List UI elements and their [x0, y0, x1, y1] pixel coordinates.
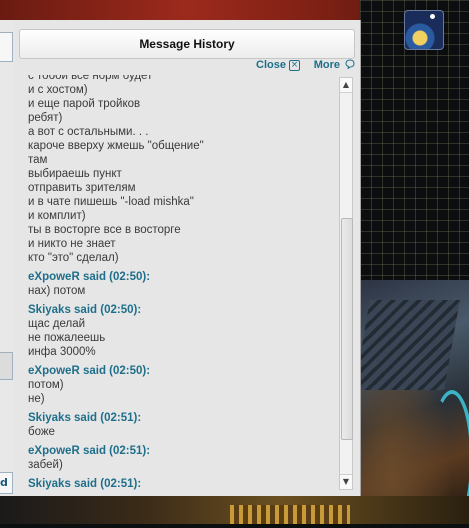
close-box-icon[interactable]: × [289, 60, 300, 71]
message-line: и еще парой тройков [28, 98, 141, 110]
message-line: щас делай [28, 318, 86, 330]
message-line: ты в восторге все в восторге [28, 224, 181, 236]
desktop-app-icon[interactable] [404, 10, 444, 50]
message-line: и с хостом) [28, 84, 88, 96]
message-list[interactable]: с тобой все норм будет и с хостом) и еще п… [19, 75, 339, 490]
message-sender: eXpoweR said (02:50): [28, 365, 151, 377]
message-line: инфа 3000% [28, 346, 96, 358]
arrow-up-icon[interactable]: ▲ [340, 78, 352, 93]
window-title: Message History [19, 29, 355, 59]
message-group: Skiyaks said (02:51): [28, 477, 338, 490]
desktop-icon-highlight [430, 14, 435, 19]
message-history-window: Message History Close × More с тобой все… [14, 20, 361, 496]
left-window-button[interactable]: d [0, 472, 13, 494]
more-link[interactable]: More [314, 59, 340, 71]
arrow-down-icon[interactable]: ▼ [340, 474, 352, 489]
message-sender: Skiyaks said (02:50): [28, 304, 142, 316]
message-line: потом) [28, 379, 64, 391]
left-partial-window: d [0, 20, 15, 496]
game-roof [354, 300, 460, 390]
message-sender: eXpoweR said (02:50): [28, 271, 151, 283]
message-sender: Skiyaks said (02:51): [28, 412, 142, 424]
message-line: забей) [28, 459, 63, 471]
message-line: боже [28, 426, 55, 438]
message-line: кто "это" сделал) [28, 252, 119, 264]
left-window-field-grey[interactable] [0, 352, 13, 380]
message-group: eXpoweR said (02:51): забей) [28, 444, 338, 472]
message-group: Skiyaks said (02:51): боже [28, 411, 338, 439]
message-group: eXpoweR said (02:50): нах) потом [28, 270, 338, 298]
close-link[interactable]: Close [256, 59, 286, 71]
left-window-field[interactable] [0, 32, 13, 62]
message-line: и никто не знает [28, 238, 116, 250]
message-scrollbar[interactable]: ▲ ▼ [339, 77, 353, 490]
window-toolbar: Close × More [14, 57, 360, 75]
message-line: не) [28, 393, 45, 405]
scrollbar-thumb[interactable] [341, 218, 353, 440]
message-line: и в чате пишешь "-load mishka" [28, 196, 194, 208]
message-group: с тобой все норм будет и с хостом) и еще п… [28, 75, 338, 265]
message-line: там [28, 154, 48, 166]
message-sender: eXpoweR said (02:51): [28, 445, 151, 457]
message-group: eXpoweR said (02:50): потом) не) [28, 364, 338, 406]
game-gold-frame [230, 505, 350, 524]
message-line: не пожалеешь [28, 332, 106, 344]
message-group: Skiyaks said (02:50): щас делай не пожалее… [28, 303, 338, 359]
message-sender: Skiyaks said (02:51): [28, 478, 142, 490]
message-line: ребят) [28, 112, 63, 124]
message-line: кароче вверху жмешь "общение" [28, 140, 204, 152]
message-line: а вот с остальными. . . [28, 126, 149, 138]
message-line: нах) потом [28, 285, 86, 297]
left-window-button-label: d [0, 476, 8, 489]
message-content: с тобой все норм будет и с хостом) и еще п… [28, 75, 338, 490]
message-line: с тобой все норм будет [28, 75, 153, 82]
speech-bubble-icon[interactable] [345, 59, 355, 69]
message-line: отправить зрителям [28, 182, 136, 194]
message-line: выбираешь пункт [28, 168, 122, 180]
message-line: и комплит) [28, 210, 86, 222]
